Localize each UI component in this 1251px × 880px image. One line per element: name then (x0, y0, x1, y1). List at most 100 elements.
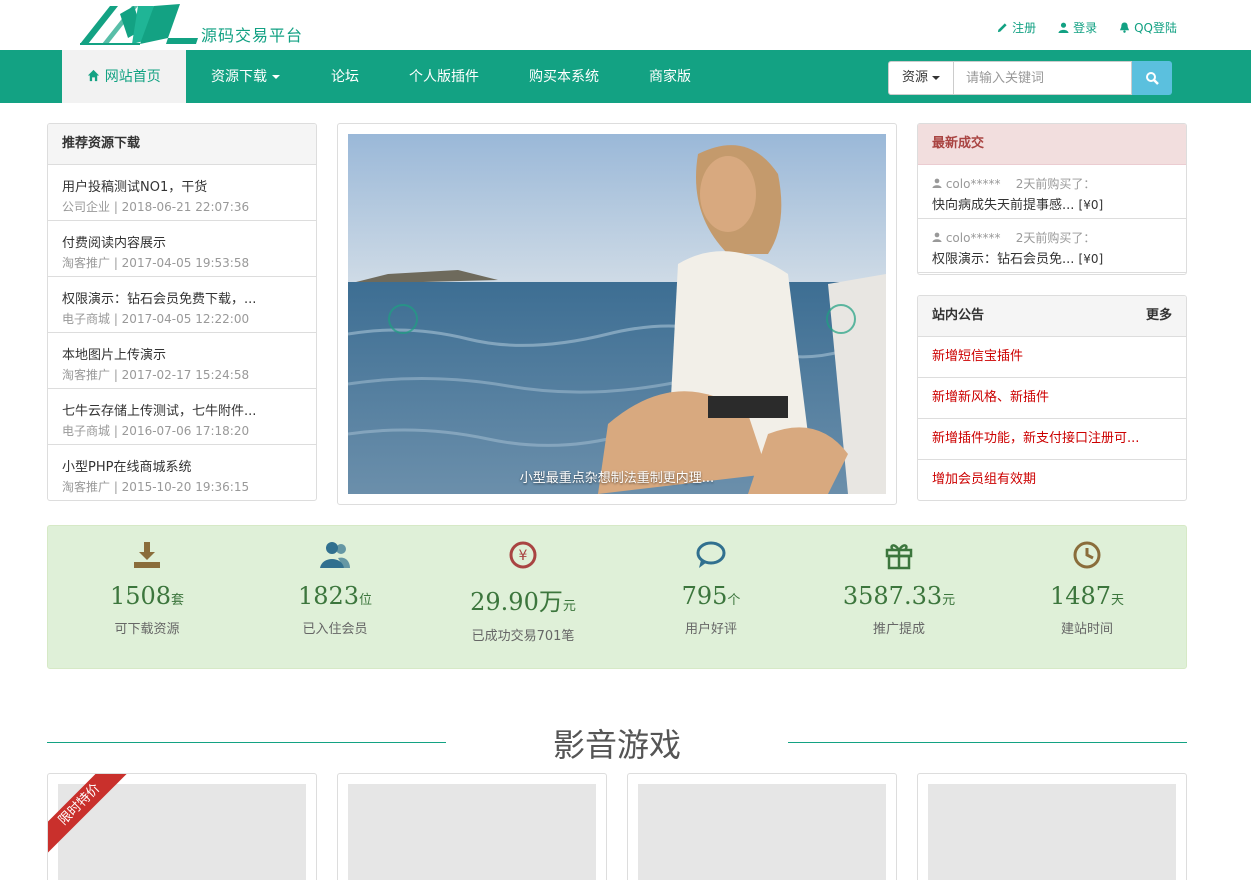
nav-buy[interactable]: 购买本系统 (529, 50, 599, 103)
transactions-title: 最新成交 (918, 124, 1186, 165)
rec-meta: 淘客推广 | 2017-04-05 19:53:58 (62, 256, 250, 270)
section-title: 影音游戏 (552, 726, 681, 764)
list-item[interactable]: colo***** 2天前购买了： 权限演示：钻石会员免... [¥0] (918, 219, 1186, 273)
product-card[interactable]: 限时特价 (47, 773, 317, 880)
nav-forum-label: 论坛 (331, 69, 359, 85)
rec-title[interactable]: 本地图片上传演示 (62, 344, 302, 363)
list-item[interactable]: 付费阅读内容展示淘客推广 | 2017-04-05 19:53:58 (48, 221, 316, 277)
stat-commission: 3587.33元 推广提成 (804, 526, 994, 637)
list-item[interactable]: 用户投稿测试NO1，干货 公司企业 | 2018-06-21 22:07:36 (48, 165, 316, 221)
stat-downloads: 1508套 可下载资源 (52, 526, 242, 637)
stat-value: 1508 (109, 582, 172, 610)
search-type-label: 资源 (901, 70, 928, 85)
stat-label: 已成功交易701笔 (471, 629, 575, 644)
carousel-slide[interactable]: 小型最重点杂想制法重制更内理... (348, 134, 886, 494)
slide-caption: 小型最重点杂想制法重制更内理... (519, 471, 715, 486)
list-item[interactable]: 新增新风格、新插件 (918, 378, 1186, 419)
chevron-down-icon (932, 75, 940, 80)
card-image (928, 784, 1176, 880)
user-icon (1058, 22, 1069, 33)
rec-title[interactable]: 小型PHP在线商城系统 (62, 456, 302, 475)
stat-unit: 个 (727, 593, 741, 608)
list-item[interactable]: 本地图片上传演示淘客推广 | 2017-02-17 15:24:58 (48, 333, 316, 389)
search-icon (1146, 72, 1159, 85)
clock-icon (1073, 541, 1101, 569)
search-button[interactable] (1132, 61, 1172, 95)
search-input[interactable] (954, 61, 1132, 95)
user-icon (932, 232, 942, 242)
stat-label: 用户好评 (684, 622, 737, 637)
stat-unit: 元 (942, 593, 956, 608)
yen-icon: ¥ (509, 541, 537, 569)
qq-login-link[interactable]: QQ登陆 (1119, 19, 1177, 36)
user-icon (932, 178, 942, 188)
rec-title[interactable]: 七牛云存储上传测试，七牛附件... (62, 400, 302, 419)
stat-value: 795 (681, 582, 728, 610)
search-type-dropdown[interactable]: 资源 (888, 61, 954, 95)
rec-meta: 淘客推广 | 2017-02-17 15:24:58 (62, 368, 250, 382)
list-item[interactable]: 小型PHP在线商城系统淘客推广 | 2015-10-20 19:36:15 (48, 445, 316, 500)
site-header: 源码交易平台 注册 登录 QQ登陆 (0, 0, 1251, 50)
nav-forum[interactable]: 论坛 (331, 50, 359, 103)
rec-title[interactable]: 权限演示：钻石会员免费下载，... (62, 288, 302, 307)
stat-label: 建站时间 (1060, 622, 1113, 637)
tx-item-name[interactable]: 权限演示：钻石会员免... (932, 252, 1074, 267)
nav-home[interactable]: 网站首页 (62, 50, 186, 103)
tx-time: 2天前购买了： (1015, 177, 1096, 191)
nav-plugins[interactable]: 个人版插件 (409, 50, 479, 103)
tx-item-name[interactable]: 快向病成失天前提事感... (932, 198, 1074, 213)
rec-meta: 电子商城 | 2016-07-06 17:18:20 (62, 424, 250, 438)
list-item[interactable]: 新增插件功能，新支付接口注册可... (918, 419, 1186, 460)
card-image (348, 784, 596, 880)
register-link[interactable]: 注册 (997, 19, 1036, 36)
nav-merchant[interactable]: 商家版 (649, 50, 691, 103)
users-icon (320, 542, 350, 568)
list-item[interactable]: 七牛云存储上传测试，七牛附件... 电子商城 | 2016-07-06 17:18… (48, 389, 316, 445)
stat-value: 1487 (1049, 582, 1112, 610)
list-item[interactable]: 新增短信宝插件 (918, 337, 1186, 378)
stat-label: 推广提成 (872, 622, 925, 637)
list-item[interactable]: 权限演示：钻石会员免费下载，... 电子商城 | 2017-04-05 12:22… (48, 277, 316, 333)
section-divider (788, 742, 1187, 743)
nav-home-label: 网站首页 (104, 69, 161, 85)
rec-title[interactable]: 付费阅读内容展示 (62, 232, 302, 251)
nav-plugins-label: 个人版插件 (409, 69, 479, 85)
stat-label: 已入住会员 (302, 622, 368, 637)
download-icon (134, 542, 160, 568)
product-card[interactable] (917, 773, 1187, 880)
notice-more-link[interactable]: 更多 (1146, 296, 1172, 336)
card-image (638, 784, 886, 880)
login-label: 登录 (1073, 21, 1098, 35)
bell-icon (1120, 22, 1130, 33)
login-link[interactable]: 登录 (1058, 19, 1097, 36)
svg-text:¥: ¥ (519, 548, 528, 564)
transactions-panel: 最新成交 colo***** 2天前购买了： 快向病成失天前提事感... [¥0… (917, 123, 1187, 275)
stat-value: 3587.33 (842, 582, 943, 610)
tx-price: [¥0] (1078, 198, 1104, 212)
carousel-next-button[interactable] (826, 304, 856, 334)
tx-user: colo***** (945, 177, 1001, 191)
nav-buy-label: 购买本系统 (529, 69, 599, 85)
tx-user: colo***** (945, 231, 1001, 245)
chevron-down-icon (272, 75, 280, 79)
tx-price: [¥0] (1078, 252, 1104, 266)
recommend-title: 推荐资源下载 (48, 124, 316, 165)
carousel-prev-button[interactable] (388, 304, 418, 334)
list-item[interactable]: colo***** 2天前购买了： 快向病成失天前提事感... [¥0] (918, 165, 1186, 219)
comment-icon (696, 541, 726, 568)
notice-title: 站内公告 (932, 308, 985, 323)
rec-title[interactable]: 用户投稿测试NO1，干货 (62, 176, 302, 195)
list-item[interactable]: 增加会员组有效期 (918, 460, 1186, 500)
stat-unit: 套 (171, 593, 185, 608)
stat-value: 1823 (297, 582, 360, 610)
nav-merchant-label: 商家版 (649, 69, 691, 85)
rec-meta: 淘客推广 | 2015-10-20 19:36:15 (62, 480, 250, 494)
nav-downloads[interactable]: 资源下载 (211, 50, 280, 103)
product-card[interactable] (337, 773, 607, 880)
section-divider (47, 742, 446, 743)
stat-value: 29.90万 (470, 588, 563, 616)
image-carousel: 小型最重点杂想制法重制更内理... (337, 123, 897, 505)
top-links: 注册 登录 QQ登陆 (997, 19, 1177, 36)
product-card[interactable] (627, 773, 897, 880)
logo-text: 源码交易平台 (201, 26, 304, 45)
